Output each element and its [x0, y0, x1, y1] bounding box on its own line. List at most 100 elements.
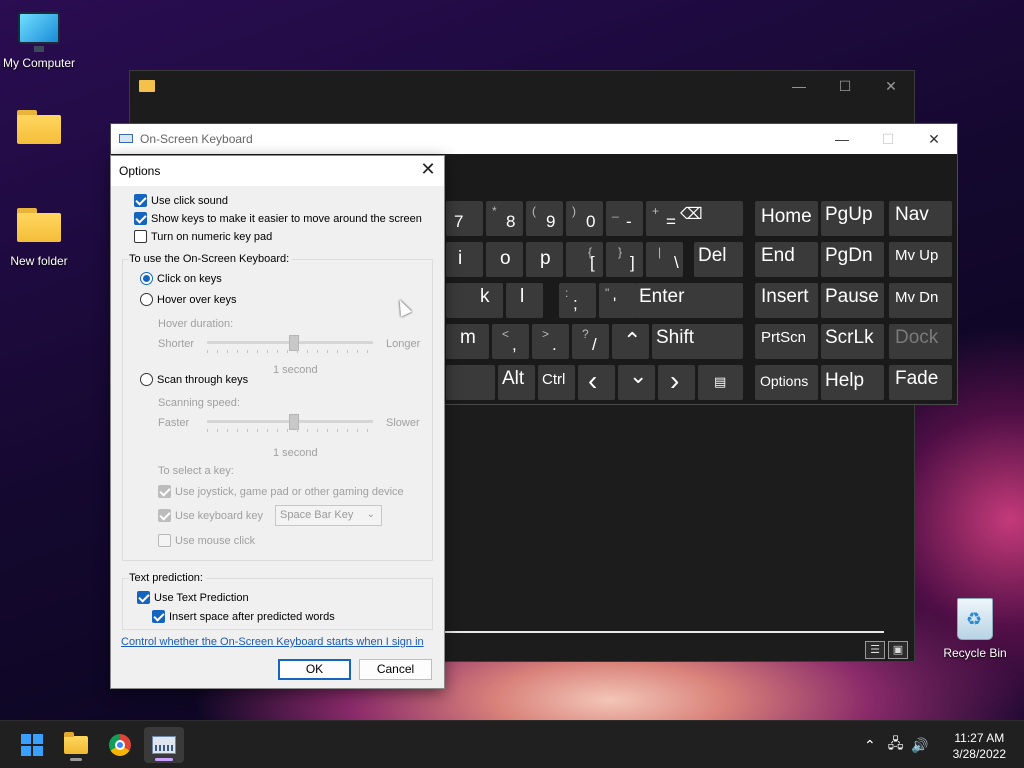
- use-click-sound-checkbox[interactable]: Use click sound: [134, 194, 228, 207]
- desktop-icon-recycle-bin[interactable]: ♻ Recycle Bin: [935, 598, 1015, 660]
- chevron-up-icon[interactable]: ⌃: [864, 737, 876, 754]
- key-pgup[interactable]: PgUp: [821, 201, 884, 236]
- key-options[interactable]: Options: [755, 365, 818, 400]
- key-pause[interactable]: Pause: [821, 283, 884, 318]
- network-icon[interactable]: 🖧: [888, 733, 904, 757]
- key-shift[interactable]: Shift: [652, 324, 743, 359]
- numeric-key-pad-checkbox[interactable]: Turn on numeric key pad: [134, 230, 272, 243]
- maximize-button[interactable]: ☐: [822, 71, 868, 101]
- key-minus[interactable]: _ -: [606, 201, 643, 236]
- checkbox-box[interactable]: [134, 194, 147, 207]
- key-help[interactable]: Help: [821, 365, 884, 400]
- close-button[interactable]: ✕: [868, 71, 914, 101]
- key-up-arrow[interactable]: ⌃: [612, 324, 649, 359]
- clock[interactable]: 11:27 AM 3/28/2022: [953, 730, 1006, 762]
- use-text-prediction-checkbox[interactable]: Use Text Prediction: [137, 591, 249, 604]
- running-indicator: [70, 758, 82, 761]
- radio-button[interactable]: [140, 373, 153, 386]
- key-7[interactable]: 7: [446, 201, 483, 236]
- radio-button[interactable]: [140, 293, 153, 306]
- key-i[interactable]: i: [446, 242, 483, 277]
- details-view-icon[interactable]: ☰: [865, 641, 885, 659]
- key-o[interactable]: o: [486, 242, 523, 277]
- faster-label: Faster: [158, 417, 190, 429]
- key-del[interactable]: Del: [694, 242, 743, 277]
- key-p[interactable]: p: [526, 242, 563, 277]
- taskbar-file-explorer[interactable]: [56, 727, 96, 763]
- scan-through-keys-radio[interactable]: Scan through keys: [140, 373, 248, 386]
- radio-button[interactable]: [140, 272, 153, 285]
- key-quote[interactable]: " ': [599, 283, 636, 318]
- key-ctrl[interactable]: Ctrl: [538, 365, 575, 400]
- startup-settings-link[interactable]: Control whether the On-Screen Keyboard s…: [121, 636, 424, 648]
- ok-button[interactable]: OK: [278, 659, 351, 680]
- hover-over-keys-radio[interactable]: Hover over keys: [140, 293, 236, 306]
- key-l[interactable]: l: [506, 283, 543, 318]
- key-end[interactable]: End: [755, 242, 818, 277]
- desktop-icon-folder[interactable]: [0, 110, 79, 150]
- hover-duration-value: 1 second: [273, 364, 318, 376]
- key-mv-dn[interactable]: Mv Dn: [889, 283, 952, 318]
- dialog-titlebar[interactable]: Options ✕: [111, 156, 444, 186]
- close-button[interactable]: ✕: [911, 124, 957, 154]
- clock-time: 11:27 AM: [954, 731, 1005, 745]
- key-period[interactable]: >.: [532, 324, 569, 359]
- maximize-button[interactable]: ☐: [865, 124, 911, 154]
- system-tray: ⌃ 🖧 🔊: [864, 721, 929, 768]
- desktop-icon-new-folder[interactable]: New folder: [0, 208, 79, 268]
- tiles-view-icon[interactable]: ▣: [888, 641, 908, 659]
- key-left-arrow[interactable]: ‹: [578, 365, 615, 400]
- start-button[interactable]: [12, 727, 52, 763]
- key-nav[interactable]: Nav: [889, 201, 952, 236]
- checkbox-box[interactable]: [137, 591, 150, 604]
- explorer-titlebar[interactable]: — ☐ ✕: [130, 71, 914, 101]
- key-semicolon[interactable]: :;: [559, 283, 596, 318]
- key-menu[interactable]: ▤: [698, 365, 743, 400]
- key-backslash[interactable]: | \: [646, 242, 683, 277]
- use-mouse-click-checkbox: Use mouse click: [158, 534, 255, 547]
- checkbox-box[interactable]: [134, 230, 147, 243]
- to-select-key-label: To select a key:: [158, 465, 234, 477]
- key-0[interactable]: ) 0: [566, 201, 603, 236]
- desktop-icon-label: Recycle Bin: [943, 646, 1007, 660]
- key-k[interactable]: k: [446, 283, 503, 318]
- checkbox-box[interactable]: [134, 212, 147, 225]
- key-rbracket[interactable]: }]: [606, 242, 643, 277]
- key-pgdn[interactable]: PgDn: [821, 242, 884, 277]
- key-enter[interactable]: Enter: [635, 283, 743, 318]
- key-lbracket[interactable]: {[: [566, 242, 603, 277]
- key-home[interactable]: Home: [755, 201, 818, 236]
- key-comma[interactable]: <,: [492, 324, 529, 359]
- close-icon[interactable]: ✕: [418, 159, 438, 181]
- computer-icon: [18, 12, 60, 52]
- osk-titlebar[interactable]: On-Screen Keyboard — ☐ ✕: [111, 124, 957, 154]
- show-keys-checkbox[interactable]: Show keys to make it easier to move arou…: [134, 212, 422, 225]
- key-backspace[interactable]: ⌫: [676, 201, 743, 236]
- key-m[interactable]: m: [446, 324, 489, 359]
- click-on-keys-radio[interactable]: Click on keys: [140, 272, 222, 285]
- volume-icon[interactable]: 🔊: [911, 737, 928, 754]
- checkbox-box[interactable]: [152, 610, 165, 623]
- minimize-button[interactable]: —: [776, 71, 822, 101]
- key-insert[interactable]: Insert: [755, 283, 818, 318]
- key-right-arrow[interactable]: ›: [658, 365, 695, 400]
- keyboard-key-select: Space Bar Key ⌄: [275, 505, 382, 526]
- desktop-icon-my-computer[interactable]: My Computer: [0, 12, 79, 70]
- folder-icon: [139, 80, 155, 92]
- key-mv-up[interactable]: Mv Up: [889, 242, 952, 277]
- key-alt[interactable]: Alt: [498, 365, 535, 400]
- minimize-button[interactable]: —: [819, 124, 865, 154]
- key-down-arrow[interactable]: ⌄: [618, 363, 655, 400]
- key-9[interactable]: (9: [526, 201, 563, 236]
- taskbar-chrome[interactable]: [100, 727, 140, 763]
- hover-duration-label: Hover duration:: [158, 318, 234, 330]
- key-fade[interactable]: Fade: [889, 365, 952, 400]
- key-8[interactable]: * 8: [486, 201, 523, 236]
- insert-space-checkbox[interactable]: Insert space after predicted words: [152, 610, 335, 623]
- key-scrlk[interactable]: ScrLk: [821, 324, 884, 359]
- key-slash[interactable]: ? /: [572, 324, 609, 359]
- key-prtscn[interactable]: PrtScn: [755, 324, 818, 359]
- taskbar-on-screen-keyboard[interactable]: [144, 727, 184, 763]
- cancel-button[interactable]: Cancel: [359, 659, 432, 680]
- key-space[interactable]: [446, 365, 495, 400]
